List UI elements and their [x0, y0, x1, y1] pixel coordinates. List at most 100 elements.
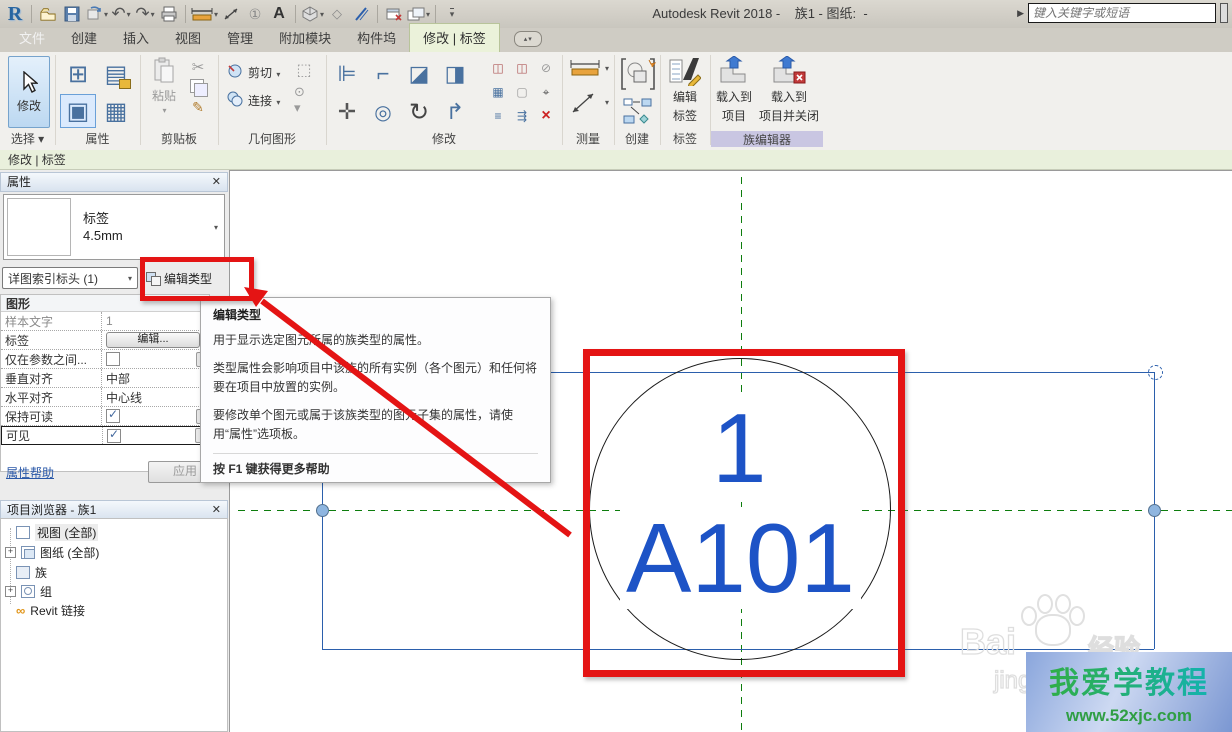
tab-manage[interactable]: 管理: [214, 24, 266, 52]
ribbon-display-toggle[interactable]: ▴▾: [514, 31, 542, 47]
indent-icon[interactable]: ⇶: [510, 104, 534, 128]
tab-create[interactable]: 创建: [58, 24, 110, 52]
search-expand-icon[interactable]: ▶: [1017, 8, 1024, 19]
vertical-align-value[interactable]: 中部: [102, 369, 209, 387]
modify-button[interactable]: 修改: [8, 56, 50, 128]
tab-insert[interactable]: 插入: [110, 24, 162, 52]
type-properties-icon[interactable]: ⊞: [60, 56, 96, 92]
tree-item-revit-links[interactable]: ∞ Revit 链接: [16, 602, 85, 618]
measure-between-icon[interactable]: [568, 90, 598, 116]
measure-between-dropdown[interactable]: ▾: [605, 98, 609, 107]
family-category-icon[interactable]: ▤: [98, 56, 134, 92]
load-into-project-button[interactable]: 载入到 项目: [712, 56, 756, 124]
thin-lines-icon[interactable]: [350, 3, 372, 25]
cut-label[interactable]: 剪切 ▾: [248, 64, 280, 81]
measure-dropdown-2[interactable]: ▾: [605, 64, 609, 73]
print-icon[interactable]: [158, 3, 180, 25]
paste-button[interactable]: 粘贴 ▾: [146, 57, 182, 115]
expand-icon[interactable]: +: [5, 586, 16, 597]
sync-dropdown[interactable]: ▾: [104, 10, 108, 19]
redo-icon[interactable]: ↷▾: [134, 3, 156, 25]
split-gap-icon[interactable]: ◫: [510, 56, 534, 80]
delete-icon[interactable]: ×: [534, 104, 558, 128]
tree-item-sheets[interactable]: + 图纸 (全部): [5, 544, 99, 560]
switch-windows-dropdown[interactable]: ▾: [426, 10, 430, 19]
move-icon[interactable]: ✛: [330, 94, 364, 130]
measure-ruler-icon[interactable]: [568, 58, 602, 78]
3d-view-dropdown[interactable]: ▾: [320, 10, 324, 19]
trim-corner-icon[interactable]: ◪: [402, 56, 436, 92]
cut-geometry-icon[interactable]: [226, 62, 244, 80]
split-element-icon[interactable]: ◫: [486, 56, 510, 80]
tab-modify-tag[interactable]: 修改 | 标签: [409, 23, 500, 52]
drag-grip-left[interactable]: [316, 504, 329, 517]
tree-item-views[interactable]: 视图 (全部): [16, 524, 98, 540]
panel-label-geometry[interactable]: 几何图形: [218, 130, 326, 147]
search-go-icon[interactable]: [1220, 3, 1228, 23]
customize-qat-icon[interactable]: ▾: [441, 3, 463, 25]
load-into-project-close-button[interactable]: 载入到 项目并关闭: [758, 56, 820, 124]
copy-icon[interactable]: [190, 79, 204, 93]
pin-icon[interactable]: ⌖: [534, 80, 558, 104]
aligned-dimension-icon[interactable]: [220, 3, 242, 25]
undo-dropdown[interactable]: ▾: [127, 10, 131, 19]
tree-item-families[interactable]: 族: [16, 564, 47, 580]
tab-view[interactable]: 视图: [162, 24, 214, 52]
copy-tool-icon[interactable]: ◎: [366, 94, 400, 130]
join-geometry-icon[interactable]: [226, 90, 244, 108]
join-label[interactable]: 连接 ▾: [248, 92, 280, 109]
tab-systems[interactable]: 构件坞: [344, 24, 409, 52]
tab-file[interactable]: 文件: [6, 24, 58, 52]
keep-readable-checkbox[interactable]: [106, 409, 120, 423]
edit-label-button[interactable]: 编辑 标签: [664, 56, 706, 124]
visible-checkbox[interactable]: [107, 429, 121, 443]
panel-label-clipboard[interactable]: 剪贴板: [140, 130, 218, 147]
rotate-grip-icon[interactable]: [1148, 365, 1163, 380]
create-similar-icon[interactable]: [620, 96, 656, 126]
offset-icon[interactable]: ⌐: [366, 56, 400, 92]
label-edit-button[interactable]: 编辑...: [106, 332, 200, 348]
properties-close-icon[interactable]: ✕: [212, 173, 221, 191]
panel-label-tag[interactable]: 标签: [660, 130, 710, 147]
expand-icon[interactable]: +: [5, 547, 16, 558]
type-selector[interactable]: 标签 4.5mm ▾: [3, 194, 225, 260]
default-3d-view-icon[interactable]: ▾: [301, 3, 324, 25]
instance-selector[interactable]: 详图索引标头 (1) ▾: [2, 267, 138, 289]
measure-dropdown[interactable]: ▾: [214, 10, 218, 19]
horizontal-align-value[interactable]: 中心线: [102, 388, 209, 406]
panel-label-properties[interactable]: 属性: [55, 130, 140, 147]
type-selector-dropdown-icon[interactable]: ▾: [214, 223, 218, 232]
undo-icon[interactable]: ↶▾: [110, 3, 132, 25]
properties-help-link[interactable]: 属性帮助: [6, 464, 54, 481]
text-icon[interactable]: A: [268, 3, 290, 25]
trim-extend-icon[interactable]: ◨: [438, 56, 472, 92]
panel-label-create[interactable]: 创建: [614, 130, 660, 147]
close-hidden-windows-icon[interactable]: [383, 3, 405, 25]
mirror-icon[interactable]: ↱: [438, 94, 472, 130]
family-types-icon[interactable]: ▦: [98, 94, 134, 128]
properties-palette-icon[interactable]: ▣: [60, 94, 96, 128]
measure-icon[interactable]: ▾: [191, 3, 218, 25]
search-input[interactable]: [1028, 3, 1216, 23]
cut-icon[interactable]: ✂: [188, 58, 208, 76]
rotate-icon[interactable]: ↻: [402, 94, 436, 130]
align-icon[interactable]: ⊫: [330, 56, 364, 92]
drag-grip-right[interactable]: [1148, 504, 1161, 517]
sync-icon[interactable]: ▾: [85, 3, 108, 25]
project-browser-close-icon[interactable]: ✕: [212, 501, 221, 519]
align-small-icon[interactable]: ≡: [486, 104, 510, 128]
panel-label-select[interactable]: 选择 ▾: [0, 130, 55, 147]
array-icon[interactable]: ▦: [486, 80, 510, 104]
panel-label-family-editor[interactable]: 族编辑器: [711, 131, 823, 147]
redo-dropdown[interactable]: ▾: [151, 10, 155, 19]
tag-icon[interactable]: ①: [244, 3, 266, 25]
tab-addins[interactable]: 附加模块: [266, 24, 344, 52]
match-type-icon[interactable]: ✎: [188, 98, 208, 116]
section-icon[interactable]: ◇: [326, 3, 348, 25]
switch-windows-icon[interactable]: ▾: [407, 3, 430, 25]
panel-label-measure[interactable]: 测量: [562, 130, 614, 147]
open-icon[interactable]: [37, 3, 59, 25]
tree-item-groups[interactable]: + 组: [5, 583, 52, 599]
save-icon[interactable]: [61, 3, 83, 25]
revit-logo[interactable]: R: [4, 3, 26, 25]
